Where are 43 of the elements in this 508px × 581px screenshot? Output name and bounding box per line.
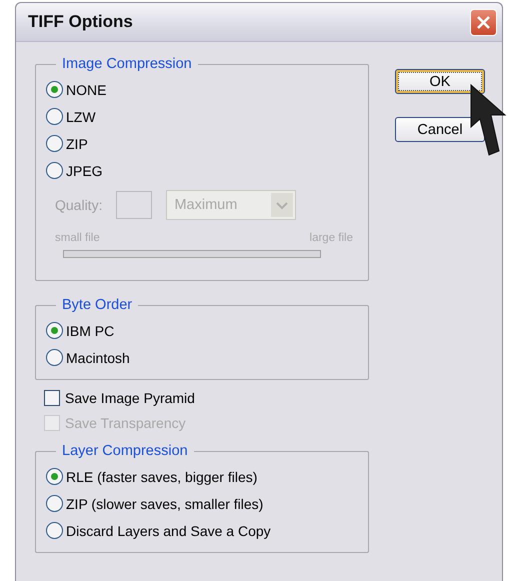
radio-option[interactable]: LZW [46,103,358,130]
radio-option[interactable]: JPEG [46,157,358,184]
radio-button[interactable] [46,495,63,512]
quality-label: Quality: [55,197,102,213]
group-title: Layer Compression [61,443,189,459]
radio-option[interactable]: ZIP [46,130,358,157]
slider-max-label: large file [310,232,353,244]
checkbox[interactable] [44,390,60,406]
radio-label: RLE (faster saves, bigger files) [66,468,258,484]
radio-label: JPEG [66,162,103,178]
radio-label: IBM PC [66,322,114,338]
radio-button[interactable] [46,322,63,339]
dialog-button[interactable]: OK [395,69,485,94]
radio-label: ZIP (slower saves, smaller files) [66,496,264,512]
checkbox-label: Save Transparency [65,415,186,431]
radio-label: LZW [66,108,96,124]
radio-option[interactable]: IBM PC [46,317,358,344]
dialog-button[interactable]: Cancel [395,117,485,142]
radio-button[interactable] [46,522,63,539]
radio-option[interactable]: Macintosh [46,344,358,371]
group-title: Byte Order [61,297,134,313]
radio-option[interactable]: ZIP (slower saves, smaller files) [46,490,358,517]
group-title: Image Compression [61,56,193,72]
close-button[interactable] [470,8,497,36]
close-icon [475,14,492,30]
radio-button[interactable] [46,135,63,152]
radio-button[interactable] [46,81,63,98]
quality-field[interactable] [116,191,152,219]
radio-option[interactable]: Discard Layers and Save a Copy [46,517,358,544]
radio-label: Macintosh [66,350,130,366]
radio-label: ZIP [66,136,88,152]
radio-label: NONE [66,82,106,98]
radio-button[interactable] [46,108,63,125]
checkbox-label: Save Image Pyramid [65,390,195,406]
radio-button[interactable] [46,162,63,179]
radio-option[interactable]: RLE (faster saves, bigger files) [46,463,358,490]
radio-label: Discard Layers and Save a Copy [66,522,271,538]
radio-option[interactable]: NONE [46,76,358,103]
chevron-icon [271,193,294,217]
radio-button[interactable] [46,468,63,485]
window-title: TIFF Options [28,12,133,32]
radio-button[interactable] [46,349,63,366]
slider-min-label: small file [55,232,100,244]
